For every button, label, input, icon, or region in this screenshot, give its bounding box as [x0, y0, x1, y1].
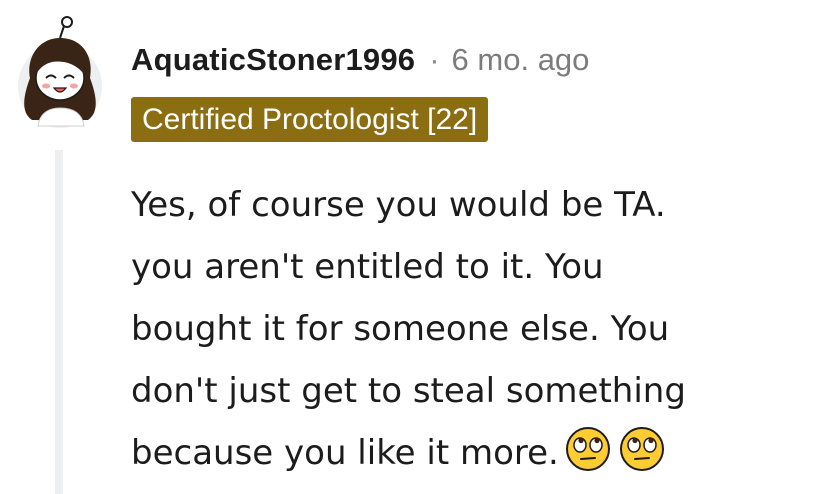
comment-body-line: you aren't entitled to it. You	[131, 247, 604, 287]
username-link[interactable]: AquaticStoner1996	[131, 42, 415, 78]
separator-dot: ·	[429, 42, 440, 77]
comment-body-line: Yes, of course you would be TA.	[131, 185, 666, 225]
comment-body-line: because you like it more.	[131, 433, 559, 473]
timestamp-link[interactable]: 6 mo. ago	[452, 42, 590, 78]
comment: AquaticStoner1996 · 6 mo. ago Certified …	[0, 0, 826, 494]
eye-roll-emoji-icon	[619, 427, 664, 471]
user-flair-badge: Certified Proctologist [22]	[131, 97, 489, 142]
comment-body: Yes, of course you would be TA. you aren…	[131, 174, 801, 484]
user-avatar[interactable]	[16, 16, 104, 128]
eye-roll-emoji-icon	[565, 427, 610, 471]
thread-collapse-line[interactable]	[55, 150, 63, 494]
comment-body-line: don't just get to steal something	[131, 371, 686, 411]
comment-body-line: bought it for someone else. You	[131, 309, 670, 349]
comment-body-last-line: because you like it more.	[131, 422, 801, 484]
comment-header: AquaticStoner1996 · 6 mo. ago	[131, 40, 589, 80]
